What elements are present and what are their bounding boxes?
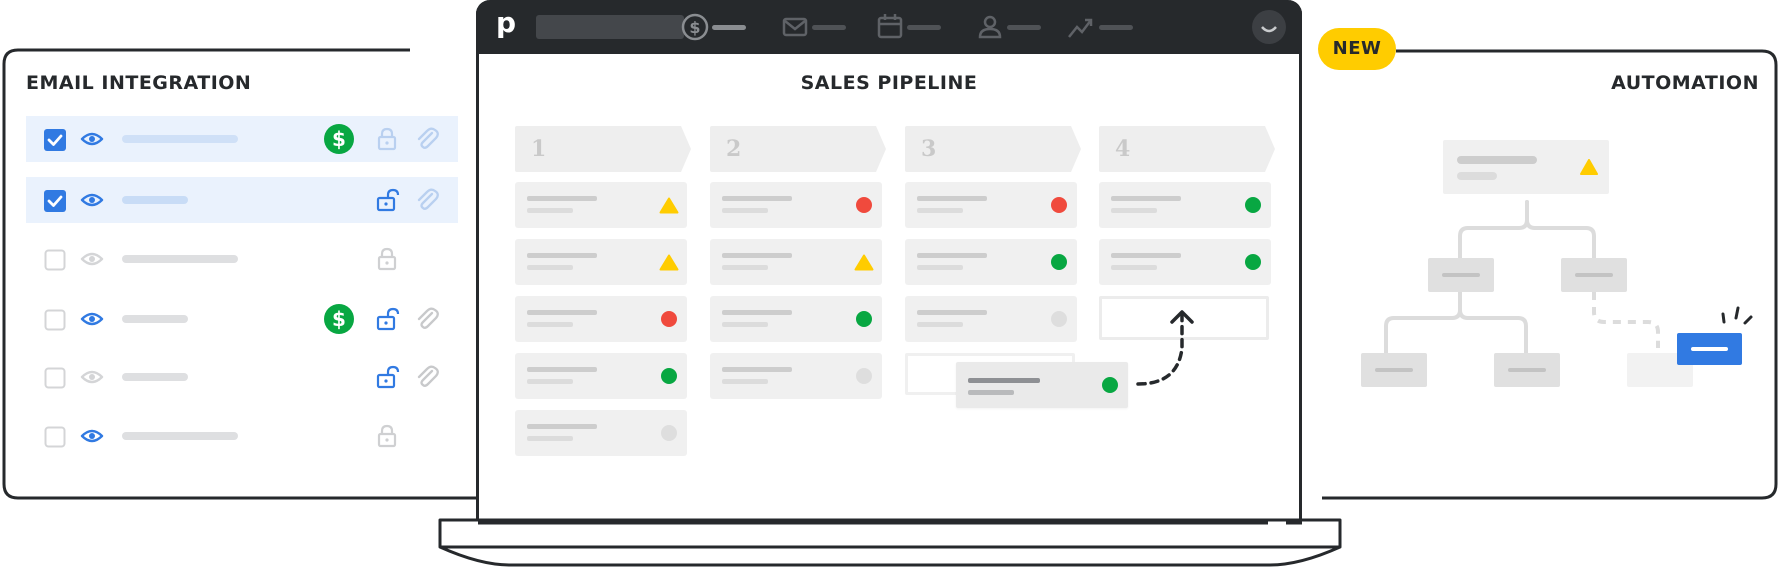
status-dot xyxy=(856,311,872,327)
email-row[interactable] xyxy=(26,413,458,459)
status-dot xyxy=(1245,254,1261,270)
deal-card[interactable] xyxy=(1099,182,1271,228)
deal-linked-icon[interactable]: $ xyxy=(324,124,354,154)
search-input[interactable] xyxy=(536,15,684,39)
workflow-condition-node[interactable] xyxy=(1428,258,1494,292)
deal-card[interactable] xyxy=(515,182,687,228)
deal-card[interactable] xyxy=(710,353,882,399)
checkbox[interactable] xyxy=(44,309,66,331)
contacts-icon[interactable] xyxy=(976,12,1048,42)
email-subject xyxy=(122,135,238,143)
visibility-eye-icon[interactable] xyxy=(80,428,104,444)
deals-icon[interactable]: $ xyxy=(681,12,753,42)
email-row[interactable]: $ xyxy=(26,296,458,342)
deal-card[interactable] xyxy=(905,239,1077,285)
checkbox[interactable] xyxy=(44,367,66,389)
unlock-icon[interactable] xyxy=(376,365,402,389)
status-dot xyxy=(1051,254,1067,270)
sales-pipeline-title: SALES PIPELINE xyxy=(800,72,978,94)
dragged-deal-card[interactable] xyxy=(956,362,1128,408)
email-integration-title: EMAIL INTEGRATION xyxy=(26,72,252,94)
lock-icon[interactable] xyxy=(376,247,398,271)
pipedrive-logo[interactable]: p xyxy=(496,6,516,39)
workflow-condition-node[interactable] xyxy=(1561,258,1627,292)
email-subject xyxy=(122,315,188,323)
sparkle-icon xyxy=(1721,306,1753,325)
lock-icon[interactable] xyxy=(376,127,398,151)
deal-card[interactable] xyxy=(710,239,882,285)
status-dot xyxy=(1245,197,1261,213)
stage-number: 3 xyxy=(921,136,937,162)
workflow-new-action-button[interactable] xyxy=(1677,333,1742,365)
workflow-action-node[interactable] xyxy=(1494,353,1560,387)
status-dot xyxy=(856,197,872,213)
email-subject xyxy=(122,432,238,440)
automation-title: AUTOMATION xyxy=(1611,72,1759,94)
app-topbar: p $ xyxy=(476,0,1302,54)
attachment-icon[interactable] xyxy=(414,126,440,152)
calendar-icon[interactable] xyxy=(876,12,948,42)
deal-card[interactable] xyxy=(1099,239,1271,285)
deal-card[interactable] xyxy=(710,182,882,228)
deal-card[interactable] xyxy=(905,296,1077,342)
svg-text:$: $ xyxy=(689,18,700,37)
user-avatar[interactable] xyxy=(1252,10,1286,44)
checkbox[interactable] xyxy=(44,426,66,448)
deal-linked-icon[interactable]: $ xyxy=(324,304,354,334)
email-subject xyxy=(122,373,188,381)
attachment-icon[interactable] xyxy=(414,364,440,390)
stage-number: 4 xyxy=(1115,136,1131,162)
new-badge-label: NEW xyxy=(1332,38,1382,59)
email-row[interactable] xyxy=(26,236,458,282)
status-dot xyxy=(661,425,677,441)
status-dot xyxy=(1051,197,1067,213)
deal-card[interactable] xyxy=(515,353,687,399)
deal-card[interactable] xyxy=(515,239,687,285)
checkbox-checked[interactable] xyxy=(44,129,66,151)
laptop-base xyxy=(438,518,1342,567)
email-subject xyxy=(122,255,238,263)
status-dot xyxy=(661,368,677,384)
checkbox-checked[interactable] xyxy=(44,190,66,212)
deal-card[interactable] xyxy=(515,296,687,342)
checkbox[interactable] xyxy=(44,249,66,271)
email-row[interactable]: $ xyxy=(26,116,458,162)
unlock-icon[interactable] xyxy=(376,188,402,212)
visibility-eye-icon[interactable] xyxy=(80,251,104,267)
email-subject xyxy=(122,196,188,204)
status-dot xyxy=(1051,311,1067,327)
svg-text:$: $ xyxy=(332,127,346,151)
status-dot xyxy=(1102,377,1118,393)
warning-icon xyxy=(854,254,874,271)
warning-icon xyxy=(659,197,679,214)
unlock-icon[interactable] xyxy=(376,307,402,331)
visibility-eye-icon[interactable] xyxy=(80,131,104,147)
deal-card[interactable] xyxy=(710,296,882,342)
stage-number: 1 xyxy=(531,136,547,162)
visibility-eye-icon[interactable] xyxy=(80,311,104,327)
new-badge: NEW xyxy=(1318,28,1396,70)
svg-text:$: $ xyxy=(332,307,346,331)
warning-icon xyxy=(659,254,679,271)
visibility-eye-icon[interactable] xyxy=(80,369,104,385)
warning-icon xyxy=(1580,159,1598,175)
mail-icon[interactable] xyxy=(781,12,853,42)
drag-arrow-icon xyxy=(1136,310,1194,386)
workflow-action-node[interactable] xyxy=(1361,353,1427,387)
deal-card[interactable] xyxy=(515,410,687,456)
lock-icon[interactable] xyxy=(376,424,398,448)
visibility-eye-icon[interactable] xyxy=(80,192,104,208)
insights-icon[interactable] xyxy=(1066,12,1138,42)
stage-number: 2 xyxy=(726,136,742,162)
status-dot xyxy=(856,368,872,384)
attachment-icon[interactable] xyxy=(414,306,440,332)
email-row[interactable] xyxy=(26,354,458,400)
workflow-trigger-node[interactable] xyxy=(1443,140,1609,194)
status-dot xyxy=(661,311,677,327)
email-row[interactable] xyxy=(26,177,458,223)
attachment-icon[interactable] xyxy=(414,187,440,213)
deal-card[interactable] xyxy=(905,182,1077,228)
